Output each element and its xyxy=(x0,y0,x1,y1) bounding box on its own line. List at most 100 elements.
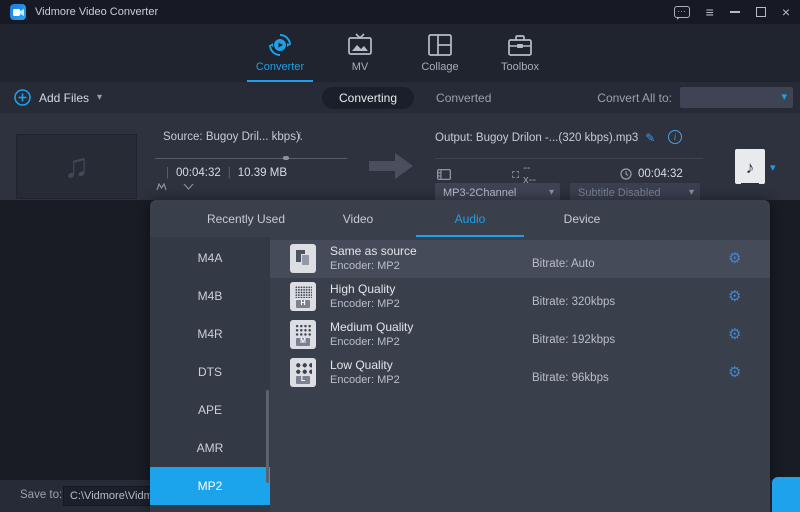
tab-converted[interactable]: Converted xyxy=(436,91,491,105)
gear-icon[interactable]: ⚙ xyxy=(728,363,741,383)
same-as-source-icon xyxy=(290,244,316,273)
add-files-button[interactable]: Add Files ▾ xyxy=(14,82,102,113)
tab-converting[interactable]: Converting xyxy=(322,87,414,109)
format-item-m4a[interactable]: M4A xyxy=(150,239,270,277)
profile-name: Medium Quality xyxy=(330,320,413,334)
format-item-ape[interactable]: APE xyxy=(150,391,270,429)
popup-tab-video[interactable]: Video xyxy=(302,200,414,237)
profile-row-high-quality[interactable]: H High Quality Encoder: MP2 Bitrate: 320… xyxy=(270,278,770,316)
quality-badge: M xyxy=(296,338,310,346)
convert-all-dropdown[interactable]: ▾ xyxy=(680,87,793,108)
popup-tab-recently-used[interactable]: Recently Used xyxy=(190,200,302,237)
profile-name: High Quality xyxy=(330,282,395,296)
feedback-icon[interactable]: ··· xyxy=(674,6,690,18)
menu-icon[interactable]: ≡ xyxy=(706,6,714,18)
maximize-icon[interactable] xyxy=(756,7,766,17)
music-note-icon: ♫ xyxy=(64,147,90,186)
tab-converter-label: Converter xyxy=(256,61,304,73)
save-to-label: Save to: xyxy=(20,489,62,501)
add-files-arrow-icon: ▾ xyxy=(97,92,102,103)
profile-encoder: Encoder: MP2 xyxy=(330,298,400,310)
tab-toolbox-label: Toolbox xyxy=(501,61,539,73)
separator: | xyxy=(166,167,169,179)
tab-collage-label: Collage xyxy=(421,61,458,73)
format-sidebar: M4A M4B M4R DTS APE AMR MP2 xyxy=(150,237,270,512)
popup-tab-bar: Recently Used Video Audio Device xyxy=(150,200,770,237)
popup-tab-device[interactable]: Device xyxy=(526,200,638,237)
format-selector-button[interactable]: ♪ xyxy=(735,149,765,184)
title-bar: Vidmore Video Converter ··· ≡ × xyxy=(0,0,800,24)
tab-toolbox[interactable]: Toolbox xyxy=(485,24,555,82)
gear-icon[interactable]: ⚙ xyxy=(728,287,741,307)
profile-bitrate: Bitrate: 320kbps xyxy=(532,296,615,308)
output-title-row: Output: Bugoy Drilon -...(320 kbps).mp3 … xyxy=(435,131,655,145)
gear-icon[interactable]: ⚙ xyxy=(728,325,741,345)
edit-tool-icon[interactable] xyxy=(156,183,167,191)
tab-mv-label: MV xyxy=(352,61,369,73)
profile-encoder: Encoder: MP2 xyxy=(330,374,400,386)
low-quality-icon: L xyxy=(290,358,316,387)
gear-icon[interactable]: ⚙ xyxy=(728,249,741,269)
source-title: Source: Bugoy Dril... kbps). xyxy=(163,131,303,143)
profile-row-medium-quality[interactable]: M Medium Quality Encoder: MP2 Bitrate: 1… xyxy=(270,316,770,354)
toolbar: Add Files ▾ Converting Converted Convert… xyxy=(0,82,800,113)
progress-bar xyxy=(155,158,347,159)
output-divider xyxy=(435,158,703,159)
format-item-mp2-selected[interactable]: MP2 xyxy=(150,467,270,505)
add-files-label: Add Files xyxy=(39,91,89,105)
output-info-icon[interactable]: i xyxy=(668,130,682,144)
convert-all-button[interactable] xyxy=(772,477,800,512)
window-controls: ··· ≡ × xyxy=(674,6,790,18)
close-icon[interactable]: × xyxy=(782,6,790,18)
edit-output-icon[interactable]: ✎ xyxy=(645,131,655,145)
duration-group: 00:04:32 xyxy=(620,168,683,180)
medium-quality-icon: M xyxy=(290,320,316,349)
format-popup: Recently Used Video Audio Device M4A M4B… xyxy=(150,200,770,512)
profile-name: Same as source xyxy=(330,244,417,258)
main-nav: Converter MV Collage xyxy=(0,24,800,82)
mv-icon xyxy=(347,31,373,59)
minimize-icon[interactable] xyxy=(730,11,740,13)
clip-tool-icons xyxy=(156,183,194,191)
output-title: Output: Bugoy Drilon -...(320 kbps).mp3 xyxy=(435,132,638,144)
profile-encoder: Encoder: MP2 xyxy=(330,336,400,348)
source-duration: 00:04:32 xyxy=(176,167,221,179)
source-info-icon[interactable]: i xyxy=(298,130,301,142)
profile-bitrate: Bitrate: Auto xyxy=(532,258,595,270)
file-item: ♫ Source: Bugoy Dril... kbps). i | 00:04… xyxy=(0,113,800,200)
queue-tabs: Converting Converted xyxy=(322,82,491,113)
profile-row-same-as-source[interactable]: Same as source Encoder: MP2 Bitrate: Aut… xyxy=(270,240,770,278)
add-circle-icon xyxy=(14,89,31,106)
popup-tab-audio[interactable]: Audio xyxy=(414,200,526,237)
tab-mv[interactable]: MV xyxy=(325,24,395,82)
profile-row-low-quality[interactable]: L Low Quality Encoder: MP2 Bitrate: 96kb… xyxy=(270,354,770,392)
format-item-m4b[interactable]: M4B xyxy=(150,277,270,315)
profile-bitrate: Bitrate: 96kbps xyxy=(532,372,609,384)
format-item-dts[interactable]: DTS xyxy=(150,353,270,391)
source-stats: | 00:04:32 | 10.39 MB xyxy=(166,167,287,179)
audio-profile-value: MP3-2Channel xyxy=(443,187,516,199)
resolution-icon xyxy=(512,169,519,180)
format-selector-arrow-icon[interactable]: ▾ xyxy=(770,161,776,174)
music-note-icon: ♪ xyxy=(741,153,759,184)
format-item-m4r[interactable]: M4R xyxy=(150,315,270,353)
profile-encoder: Encoder: MP2 xyxy=(330,260,400,272)
app-logo-icon xyxy=(10,4,26,20)
subtitle-value: Subtitle Disabled xyxy=(578,187,661,199)
collapse-icon[interactable] xyxy=(183,183,194,190)
quality-badge: L xyxy=(296,376,310,384)
window-title: Vidmore Video Converter xyxy=(35,6,158,18)
film-icon xyxy=(437,169,451,180)
converter-icon xyxy=(267,31,293,59)
quality-badge: H xyxy=(296,300,310,308)
output-duration: 00:04:32 xyxy=(638,168,683,180)
separator: | xyxy=(228,167,231,179)
output-meta-row: --x-- 00:04:32 xyxy=(437,166,451,182)
tab-converter[interactable]: Converter xyxy=(245,24,315,82)
profile-list: Same as source Encoder: MP2 Bitrate: Aut… xyxy=(270,237,770,512)
tab-collage[interactable]: Collage xyxy=(405,24,475,82)
format-item-amr[interactable]: AMR xyxy=(150,429,270,467)
sidebar-scrollbar[interactable] xyxy=(266,390,269,483)
collage-icon xyxy=(428,31,452,59)
app-window: Vidmore Video Converter ··· ≡ × Converte… xyxy=(0,0,800,512)
